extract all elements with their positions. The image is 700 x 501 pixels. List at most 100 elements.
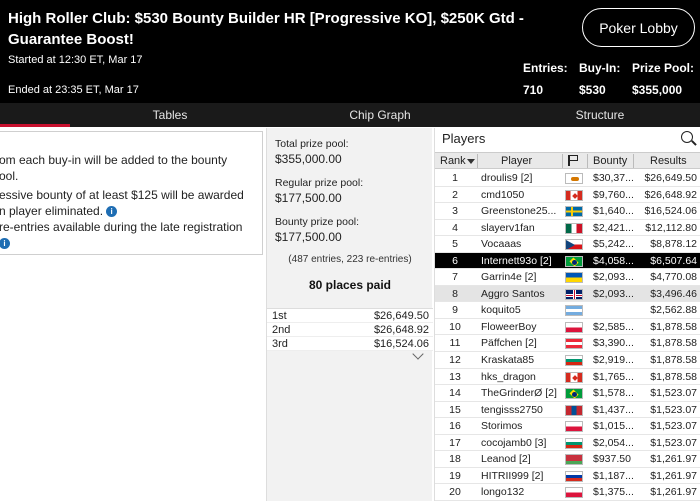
player-bounty: $9,760... [593,188,633,201]
player-row[interactable]: 9 koquito5 $2,562.88 [435,302,700,319]
player-row[interactable]: 6 Internett93o [2] $4,058... $6,507.64 [435,252,700,270]
info-line: om each buy-in will be added to the boun… [0,153,228,167]
player-rank: 6 [452,254,458,267]
player-row[interactable]: 15 tengisss2750 $1,437... $1,523.07 [435,402,700,419]
player-result: $2,562.88 [650,304,697,317]
player-row[interactable]: 10 FloweerBoy $2,585... $1,878.58 [435,319,700,336]
player-rank: 1 [452,172,458,184]
player-row[interactable]: 13 hks_dragon $1,765... $1,878.58 [435,369,700,386]
payout-row: 1st $26,649.50 [267,309,433,323]
bounty-prize-label: Bounty prize pool: [275,216,360,228]
player-result: $1,878.58 [650,337,697,350]
player-column-header[interactable]: Player [501,155,532,167]
player-result: $16,524.06 [644,205,697,218]
flag-icon[interactable] [568,155,578,166]
player-row[interactable]: 20 longo132 $1,375... $1,261.97 [435,484,700,501]
poland-flag-icon [565,321,583,333]
player-bounty: $1,640... [593,205,633,218]
info-line: essive bounty of at least $125 will be a… [0,188,244,202]
player-row[interactable]: 2 cmd1050 $9,760... $26,648.92 [435,187,700,204]
player-bounty: $2,054... [593,436,633,449]
player-rank: 16 [449,420,461,433]
tournament-header: High Roller Club: $530 Bounty Builder HR… [0,0,700,103]
austria-flag-icon [565,338,583,350]
mongolia-flag-icon [565,404,583,416]
tab-chip-graph[interactable]: Chip Graph [320,103,440,127]
rank-column-header[interactable]: Rank [440,155,466,167]
player-row[interactable]: 3 Greenstone25... $1,640... $16,524.06 [435,203,700,220]
player-row[interactable]: 19 HITRII999 [2] $1,187... $1,261.97 [435,468,700,485]
search-icon[interactable] [681,131,697,146]
player-rank: 2 [452,188,458,201]
payout-table: 1st $26,649.50 2nd $26,648.92 3rd $16,52… [267,308,433,351]
player-rank: 20 [449,486,461,499]
results-column-header[interactable]: Results [650,155,687,167]
players-column-header: Rank Player Bounty Results [435,152,700,169]
player-row[interactable]: 7 Garrin4e [2] $2,093... $4,770.08 [435,269,700,286]
tab-tables[interactable]: Tables [120,103,220,127]
player-row[interactable]: 5 Vocaaas $5,242... $8,878.12 [435,236,700,253]
tournament-info-panel: om each buy-in will be added to the boun… [0,131,263,255]
payout-amount: $26,648.92 [373,324,429,336]
player-result: $12,112.80 [645,221,697,234]
player-name: Vocaaas [481,238,522,251]
player-result: $1,878.58 [650,370,697,383]
player-row[interactable]: 8 Aggro Santos $2,093... $3,496.46 [435,285,700,303]
entries-label: Entries: [523,61,568,75]
player-bounty: $2,093... [593,271,633,284]
player-bounty: $30,37... [593,172,633,184]
mexico-flag-icon [565,222,583,234]
payout-row: 2nd $26,648.92 [267,323,433,337]
info-icon[interactable]: i [106,206,118,217]
canada-flag-icon [565,189,583,201]
player-result: $1,523.07 [650,387,697,400]
player-name: slayerv1fan [481,221,535,234]
player-name: Kraskata85 [481,354,535,367]
player-bounty: $2,919... [593,354,633,367]
player-row[interactable]: 1 droulis9 [2] $30,37... $26,649.50 [435,170,700,187]
info-line: re-entries available during the late reg… [0,220,243,234]
poker-lobby-button[interactable]: Poker Lobby [582,8,695,47]
total-prize-label: Total prize pool: [275,138,349,150]
tab-structure[interactable]: Structure [550,103,650,127]
argentina-flag-icon [565,305,583,317]
canada-flag-icon [565,371,583,383]
cyprus-flag-icon [565,173,583,184]
ukraine-flag-icon [565,272,583,284]
payout-amount: $26,649.50 [373,310,429,322]
player-bounty: $2,093... [593,287,633,300]
player-row[interactable]: 17 cocojamb0 [3] $2,054... $1,523.07 [435,435,700,452]
player-name: Aggro Santos [481,287,545,300]
prize-pool-stat: Prize Pool: $355,000 [632,61,694,97]
player-row[interactable]: 4 slayerv1fan $2,421... $12,112.80 [435,220,700,237]
players-title: Players [442,131,486,146]
player-row[interactable]: 16 Storimos $1,015... $1,523.07 [435,418,700,435]
player-result: $26,648.92 [644,188,697,201]
player-rank: 9 [452,304,458,317]
buyin-stat: Buy-In: $530 [579,61,620,97]
bounty-prize-value: $177,500.00 [275,230,342,244]
belarus-flag-icon [565,454,583,466]
ended-time: Ended at 23:35 ET, Mar 17 [8,84,139,96]
info-line: n player eliminated. i [0,204,118,218]
players-panel: Players Rank Player Bounty Results 1 drou… [434,128,700,501]
brazil-flag-icon [565,388,583,400]
payout-expand[interactable] [267,348,433,360]
player-row[interactable]: 14 TheGrinderØ [2] $1,578... $1,523.07 [435,385,700,402]
sort-caret-icon[interactable] [467,159,475,164]
active-tab-indicator [0,124,70,127]
player-rank: 12 [449,354,461,367]
player-rank: 17 [449,436,461,449]
tab-bar: Tables Chip Graph Structure [0,103,700,127]
buyin-value: $530 [579,83,606,97]
info-icon[interactable]: i [0,238,10,249]
player-result: $1,523.07 [650,403,697,416]
player-row[interactable]: 12 Kraskata85 $2,919... $1,878.58 [435,352,700,369]
player-rank: 10 [449,320,461,333]
bounty-column-header[interactable]: Bounty [593,155,627,167]
player-result: $1,261.97 [650,453,697,466]
chevron-down-icon[interactable] [412,348,424,360]
player-row[interactable]: 18 Leanod [2] $937.50 $1,261.97 [435,451,700,468]
player-result: $1,878.58 [650,354,697,367]
player-row[interactable]: 11 Päffchen [2] $3,390... $1,878.58 [435,335,700,353]
